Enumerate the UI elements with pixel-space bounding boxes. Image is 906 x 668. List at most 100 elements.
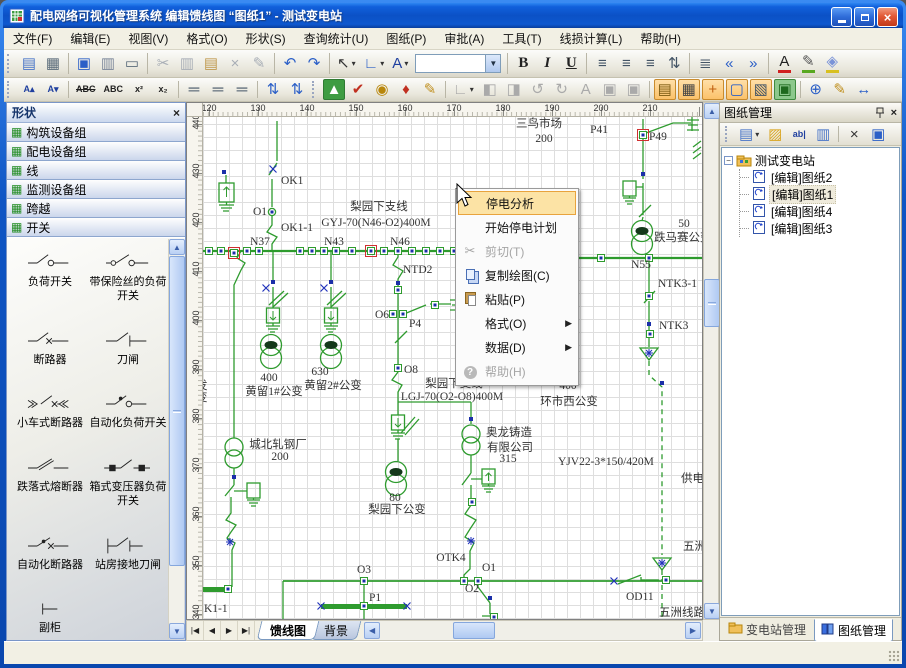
canvas-viewport[interactable]: 三鸟市场200P41P49OK1梨园下支线GYJ-70(N46-O2)400MO… [203, 117, 702, 619]
guides-toggle-button[interactable]: + [702, 79, 724, 100]
paste-button[interactable]: ▤ [200, 53, 222, 74]
manager-tab-1[interactable]: 图纸管理 [814, 619, 893, 642]
scroll-up-icon[interactable]: ▲ [169, 239, 185, 255]
context-menu-item-5[interactable]: 格式(O)▶ [458, 311, 576, 335]
drawing-canvas[interactable]: 120130140150160170180190200210 440430420… [186, 102, 703, 620]
align-center-button[interactable]: ≡ [615, 53, 637, 74]
menu-item-2[interactable]: 视图(V) [119, 27, 177, 50]
stencil-item-4[interactable]: 小车式断路器 [11, 393, 89, 431]
align-left-button[interactable]: ≡ [591, 53, 613, 74]
scroll-right-icon[interactable]: ▶ [685, 622, 701, 639]
open-sheet-button[interactable]: ▨ [764, 124, 786, 145]
dropdown-icon[interactable]: ▾ [404, 59, 408, 68]
grid-toggle-button[interactable]: ▦ [678, 79, 700, 100]
toolbar-grip[interactable] [7, 81, 14, 97]
font-color-button[interactable]: A [773, 53, 795, 74]
scroll-down-icon[interactable]: ▼ [169, 623, 185, 639]
scroll-down-icon[interactable]: ▼ [704, 603, 720, 619]
sheet-label[interactable]: [编辑]图纸3 [769, 220, 834, 237]
new-sheet-button[interactable]: ▤▾ [736, 124, 762, 145]
undo-button[interactable]: ↶ [279, 53, 301, 74]
spacing-increase-button[interactable]: ⇅ [262, 79, 284, 100]
line-bottom-button[interactable]: ═ [183, 79, 205, 100]
fill-color-button[interactable]: ◈ [821, 53, 843, 74]
context-menu-item-0[interactable]: 停电分析 [458, 191, 576, 215]
menu-item-1[interactable]: 编辑(E) [61, 27, 119, 50]
insert-picture-button[interactable]: ▲ [323, 79, 345, 100]
subscript-button[interactable]: x₂ [152, 79, 174, 100]
properties-button[interactable]: ✎ [829, 79, 851, 100]
save-button[interactable]: ▣ [73, 53, 95, 74]
sheet-label[interactable]: [编辑]图纸2 [769, 169, 834, 186]
station-view-button[interactable]: ▣ [867, 124, 889, 145]
dropdown-icon[interactable]: ▾ [352, 59, 356, 68]
line-top-button[interactable]: ═ [231, 79, 253, 100]
shape-group-3[interactable]: ▦监测设备组 [7, 180, 185, 199]
close-button[interactable]: × [877, 7, 898, 27]
shapes-close-icon[interactable]: × [173, 106, 180, 120]
menu-item-6[interactable]: 图纸(P) [377, 27, 435, 50]
menu-item-4[interactable]: 形状(S) [237, 27, 295, 50]
panel-close-icon[interactable]: × [891, 107, 897, 119]
context-menu-item-3[interactable]: 复制绘图(C) [458, 263, 576, 287]
copy-sheet-button[interactable]: ▥ [812, 124, 834, 145]
stencil-scrollbar[interactable]: ▲ ▼ [168, 239, 184, 639]
pin-icon[interactable] [875, 107, 885, 119]
sheet-label[interactable]: [编辑]图纸4 [769, 203, 834, 220]
bold-button[interactable]: B [512, 53, 534, 74]
outdent-button[interactable]: « [718, 53, 740, 74]
shape-group-0[interactable]: ▦构筑设备组 [7, 123, 185, 142]
tree-sheet-row-0[interactable]: [编辑]图纸2 [740, 169, 897, 186]
dropdown-icon[interactable]: ▾ [755, 130, 759, 139]
italic-button[interactable]: I [536, 53, 558, 74]
context-menu-item-6[interactable]: 数据(D)▶ [458, 335, 576, 359]
menu-item-9[interactable]: 线损计算(L) [551, 27, 632, 50]
tree-root-label[interactable]: 测试变电站 [755, 152, 815, 169]
canvas-vscroll-thumb[interactable] [704, 279, 720, 327]
page-toggle-button[interactable]: ▧ [750, 79, 772, 100]
canvas-vscrollbar[interactable]: ▲ ▼ [703, 102, 719, 620]
stencil-item-7[interactable]: 箱式变压器负荷开关 [89, 457, 167, 509]
statistics-table-button[interactable]: ▦ [42, 53, 64, 74]
spacing-decrease-button[interactable]: ⇅ [286, 79, 308, 100]
manager-tab-0[interactable]: 变电站管理 [722, 619, 812, 640]
print-button[interactable]: ▭ [121, 53, 143, 74]
stencil-scroll-thumb[interactable] [169, 256, 185, 566]
title-bar[interactable]: 配电网络可视化管理系统 编辑馈线图 “图纸1” - 测试变电站 × [3, 3, 903, 28]
line-middle-button[interactable]: ═ [207, 79, 229, 100]
last-page-icon[interactable]: ▶| [238, 621, 255, 640]
stencil-item-3[interactable]: 刀闸 [89, 330, 167, 368]
menu-item-0[interactable]: 文件(F) [4, 27, 61, 50]
find-button[interactable]: ◉ [371, 79, 393, 100]
menu-item-10[interactable]: 帮助(H) [631, 27, 690, 50]
edit-note-button[interactable]: ✎ [419, 79, 441, 100]
dropdown-icon[interactable]: ▾ [470, 85, 474, 94]
superscript-button[interactable]: x² [128, 79, 150, 100]
shape-group-4[interactable]: ▦跨越 [7, 199, 185, 218]
shape-group-1[interactable]: ▦配电设备组 [7, 142, 185, 161]
menu-item-5[interactable]: 查询统计(U) [295, 27, 378, 50]
text-tool-button[interactable]: A▾ [389, 53, 411, 74]
scroll-left-icon[interactable]: ◀ [364, 622, 380, 639]
connector-tool-button[interactable]: ∟▾ [361, 53, 388, 74]
underline-button[interactable]: U [560, 53, 582, 74]
next-page-icon[interactable]: ▶ [221, 621, 238, 640]
canvas-hscrollbar[interactable]: ◀ ▶ [363, 621, 702, 640]
marquee-toggle-button[interactable]: ▢ [726, 79, 748, 100]
context-menu-item-4[interactable]: 粘贴(P) [458, 287, 576, 311]
menu-item-8[interactable]: 工具(T) [493, 27, 550, 50]
vertical-text-button[interactable]: ⇅ [663, 53, 685, 74]
tree-root-row[interactable]: − 测试变电站 [724, 152, 897, 169]
redo-button[interactable]: ↷ [303, 53, 325, 74]
pan-toggle-button[interactable]: ▣ [774, 79, 796, 100]
prev-page-icon[interactable]: ◀ [204, 621, 221, 640]
font-combo-input[interactable] [416, 55, 485, 72]
line-color-button[interactable]: ✎ [797, 53, 819, 74]
indent-button[interactable]: » [742, 53, 764, 74]
restore-button[interactable] [854, 7, 875, 27]
delete-sheet-button[interactable]: × [843, 124, 865, 145]
tree-sheet-row-2[interactable]: [编辑]图纸4 [740, 203, 897, 220]
stamp-button[interactable]: ♦ [395, 79, 417, 100]
tree-sheet-row-1[interactable]: [编辑]图纸1 [740, 186, 897, 203]
stencil-item-10[interactable]: 副柜 [11, 598, 89, 636]
